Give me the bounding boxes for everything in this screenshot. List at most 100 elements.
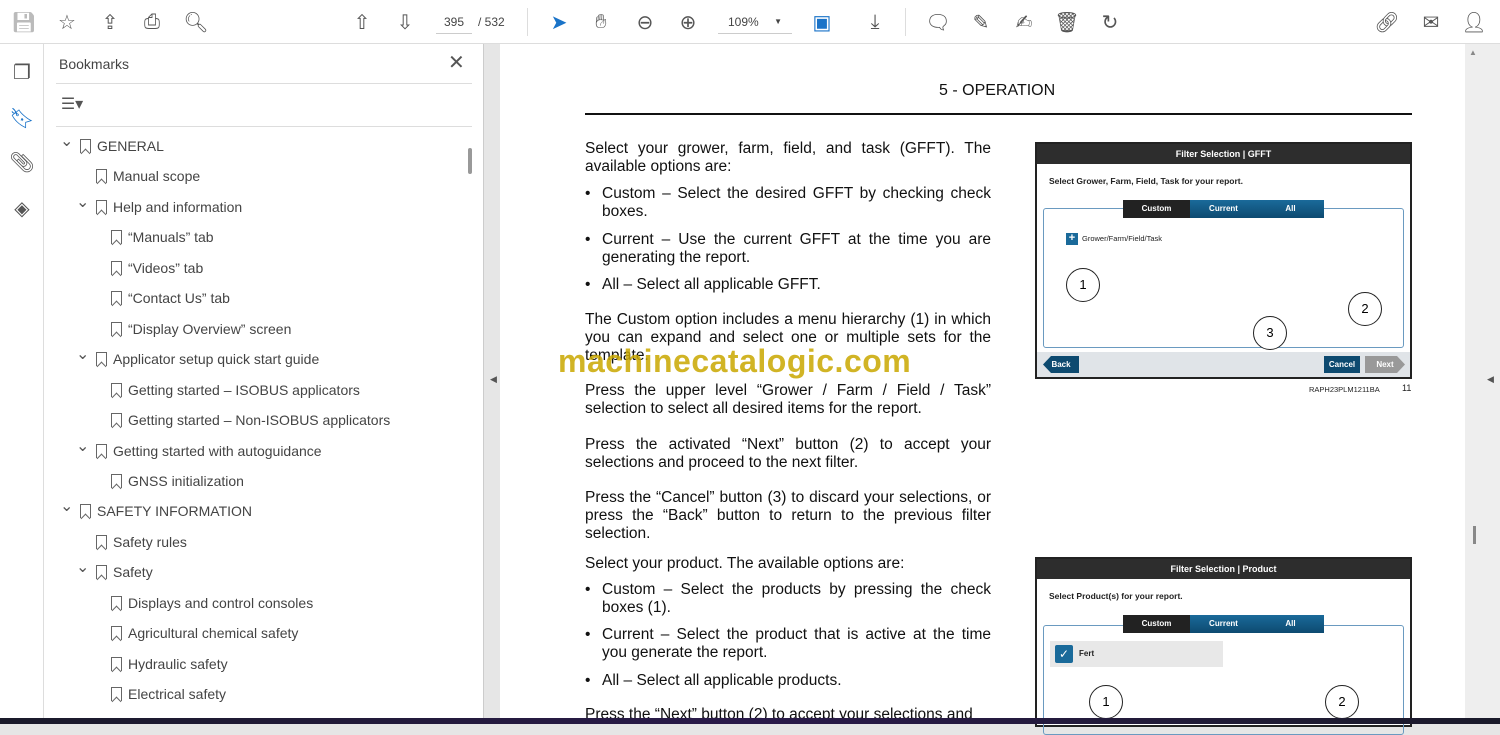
upload-cloud-icon[interactable]: ⇪ (96, 8, 124, 36)
figure-subtitle: Select Grower, Farm, Field, Task for you… (1049, 176, 1243, 186)
zoom-select[interactable]: 109% ▼ (718, 10, 792, 34)
tab-all: All (1257, 615, 1324, 633)
right-gutter: ◀ ▲ (1465, 44, 1500, 718)
bookmark-label: Displays and control consoles (128, 594, 314, 611)
page-up-icon[interactable]: ⇧ (348, 8, 376, 36)
bookmark-icon (96, 443, 107, 458)
bookmark-item[interactable]: “Display Overview” screen (111, 318, 291, 340)
bullet-text: All – Select all applicable products. (602, 672, 842, 689)
bullet-text: All – Select all applicable GFFT. (602, 276, 821, 293)
close-icon[interactable]: ✕ (448, 50, 465, 75)
bookmark-label: “Manuals” tab (128, 229, 214, 246)
watermark: machinecatalogic.com (558, 343, 912, 379)
sign-icon[interactable]: ✍︎ (1010, 8, 1038, 36)
delete-icon[interactable]: 🗑︎ (1053, 8, 1081, 36)
bookmark-item[interactable]: Agricultural chemical safety (111, 622, 298, 644)
bookmark-item[interactable]: “Contact Us” tab (111, 287, 230, 309)
share-link-icon[interactable]: 🔗︎ (1373, 8, 1401, 36)
page-down-icon[interactable]: ⇩ (391, 8, 419, 36)
scroll-mode-icon[interactable]: ⤓ (861, 8, 889, 36)
taskbar-edge (0, 718, 1500, 724)
bookmark-label: GNSS initialization (128, 472, 244, 489)
scrollbar[interactable] (468, 148, 472, 174)
callout: 2 (1325, 685, 1359, 719)
divider (56, 83, 472, 84)
tab-current: Current (1190, 200, 1257, 218)
next-button: Next (1365, 356, 1405, 373)
bookmark-icon (80, 504, 91, 519)
figure-title: Filter Selection | GFFT (1037, 144, 1410, 164)
panel-splitter[interactable]: ◀ (484, 44, 500, 718)
bullet-text: Current – Select the product that is act… (602, 626, 991, 662)
bookmark-item[interactable]: Getting started – ISOBUS applicators (111, 379, 360, 401)
highlight-pen-icon[interactable]: ✎ (967, 8, 995, 36)
zoom-in-icon[interactable]: ⊕ (674, 8, 702, 36)
bookmark-item[interactable]: GNSS initialization (111, 470, 244, 492)
bookmark-item[interactable]: Hydraulic safety (111, 653, 228, 675)
bookmark-label: SAFETY INFORMATION (97, 503, 253, 520)
hand-tool-icon[interactable]: ✋︎ (587, 8, 615, 36)
email-icon[interactable]: ✉ (1417, 8, 1445, 36)
bookmark-options-icon[interactable]: ☰▾ (58, 90, 86, 118)
bookmark-item[interactable]: “Manuals” tab (111, 226, 214, 248)
toolbar: 💾︎ ☆ ⇪ ⎙ 🔍︎ ⇧ ⇩ 395 / 532 ➤ ✋︎ ⊖ ⊕ 109% ▼… (0, 0, 1500, 44)
paragraph: Press the upper level “Grower / Farm / F… (585, 382, 991, 418)
bookmark-icon (111, 626, 122, 641)
divider (905, 8, 906, 36)
bookmark-icon (111, 595, 122, 610)
chevron-down-icon[interactable]: ⌄ (76, 557, 89, 579)
fit-page-icon[interactable]: ▣ (808, 8, 836, 36)
bullet: • (585, 672, 591, 689)
bookmark-icon (111, 260, 122, 275)
chevron-down-icon[interactable]: ⌄ (76, 192, 89, 214)
bookmark-item[interactable]: ⌄ Getting started with autoguidance (76, 438, 322, 462)
chevron-down-icon[interactable]: ⌄ (60, 496, 73, 518)
page-thumbnails-icon[interactable]: ❐ (8, 58, 36, 86)
star-icon[interactable]: ☆ (53, 8, 81, 36)
bookmark-label: Safety rules (113, 533, 187, 550)
page-scrollbar[interactable] (1473, 526, 1476, 544)
scroll-up-icon[interactable]: ▲ (1469, 48, 1477, 57)
chevron-down-icon: ▼ (774, 17, 782, 26)
bookmark-item[interactable]: ⌄ Help and information (76, 194, 242, 218)
zoom-search-icon[interactable]: 🔍︎ (182, 8, 210, 36)
bookmark-item[interactable]: Manual scope (96, 165, 201, 187)
paragraph: Select your product. The available optio… (585, 555, 905, 572)
bullet-text: Custom – Select the desired GFFT by chec… (602, 185, 991, 221)
layers-icon[interactable]: ◈ (8, 194, 36, 222)
bookmark-item[interactable]: Displays and control consoles (111, 592, 314, 614)
comment-icon[interactable]: 🗨︎ (924, 8, 952, 36)
callout: 3 (1253, 316, 1287, 350)
bookmark-icon (111, 321, 122, 336)
bookmark-item[interactable]: ⌄ Applicator setup quick start guide (76, 346, 319, 370)
chevron-down-icon[interactable]: ⌄ (60, 131, 73, 153)
save-icon[interactable]: 💾︎ (10, 8, 38, 36)
expand-arrow-icon[interactable]: ◀ (1487, 374, 1494, 385)
zoom-out-icon[interactable]: ⊖ (631, 8, 659, 36)
figure-number: 11 (1402, 383, 1412, 393)
collapse-arrow-icon[interactable]: ◀ (490, 374, 497, 385)
page-number-input[interactable]: 395 (436, 10, 472, 34)
print-icon[interactable]: ⎙ (138, 8, 166, 36)
bookmark-label: Manual scope (113, 168, 201, 185)
select-cursor-icon[interactable]: ➤ (545, 8, 573, 36)
bookmark-item[interactable]: ⌄ Safety (76, 559, 153, 583)
bookmark-item[interactable]: Electrical safety (111, 683, 227, 705)
bullet: • (585, 276, 591, 293)
bullet: • (585, 581, 591, 598)
rotate-icon[interactable]: ↻ (1096, 8, 1124, 36)
attachments-icon[interactable]: 📎︎ (8, 148, 36, 176)
bookmark-label: Safety (113, 564, 153, 581)
bookmark-item[interactable]: “Videos” tab (111, 257, 203, 279)
paragraph: Press the activated “Next” button (2) to… (585, 436, 991, 472)
bookmark-label: Electrical safety (128, 686, 227, 703)
chevron-down-icon[interactable]: ⌄ (76, 344, 89, 366)
account-icon[interactable]: 👤︎ (1460, 8, 1488, 36)
bookmark-item[interactable]: ⌄ SAFETY INFORMATION (60, 498, 253, 522)
section-header: 5 - OPERATION (939, 82, 1056, 99)
chevron-down-icon[interactable]: ⌄ (76, 436, 89, 458)
bookmark-item[interactable]: Safety rules (96, 531, 187, 553)
bookmarks-icon[interactable]: 🔖︎ (8, 104, 36, 132)
bookmark-item[interactable]: Getting started – Non-ISOBUS applicators (111, 409, 390, 431)
bookmark-item[interactable]: ⌄ GENERAL (60, 133, 164, 157)
